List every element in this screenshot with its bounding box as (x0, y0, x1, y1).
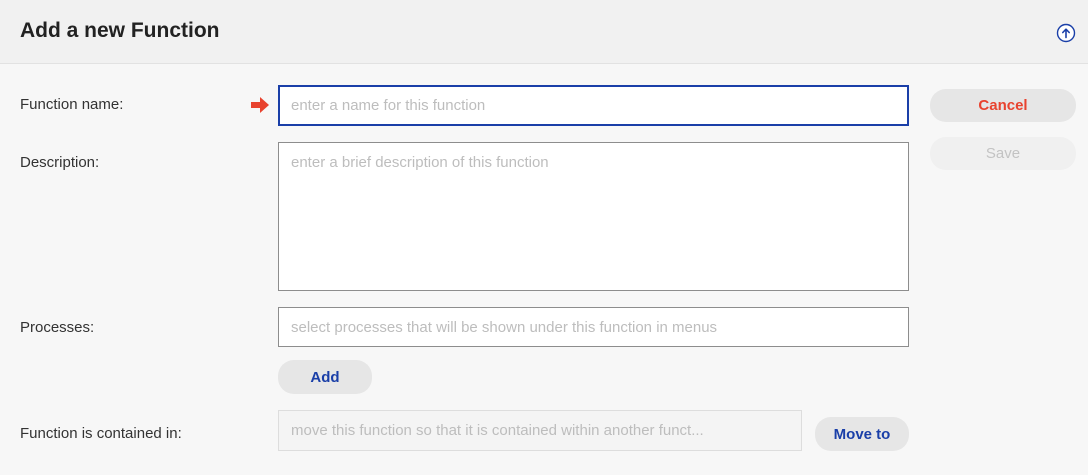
add-button[interactable]: Add (278, 360, 372, 394)
save-button[interactable]: Save (930, 137, 1076, 170)
contained-in-label: Function is contained in: (20, 425, 182, 442)
panel-header: Add a new Function (0, 0, 1088, 64)
processes-input[interactable] (278, 307, 909, 347)
cancel-button[interactable]: Cancel (930, 89, 1076, 122)
move-to-button[interactable]: Move to (815, 417, 909, 451)
required-arrow-icon (251, 97, 269, 113)
contained-in-input[interactable] (278, 410, 802, 451)
arrow-up-circle-icon[interactable] (1056, 23, 1076, 43)
function-name-input[interactable] (278, 85, 909, 126)
page-title: Add a new Function (20, 19, 220, 42)
function-name-label: Function name: (20, 96, 124, 113)
description-textarea[interactable] (278, 142, 909, 291)
description-label: Description: (20, 154, 100, 171)
processes-label: Processes: (20, 319, 95, 336)
